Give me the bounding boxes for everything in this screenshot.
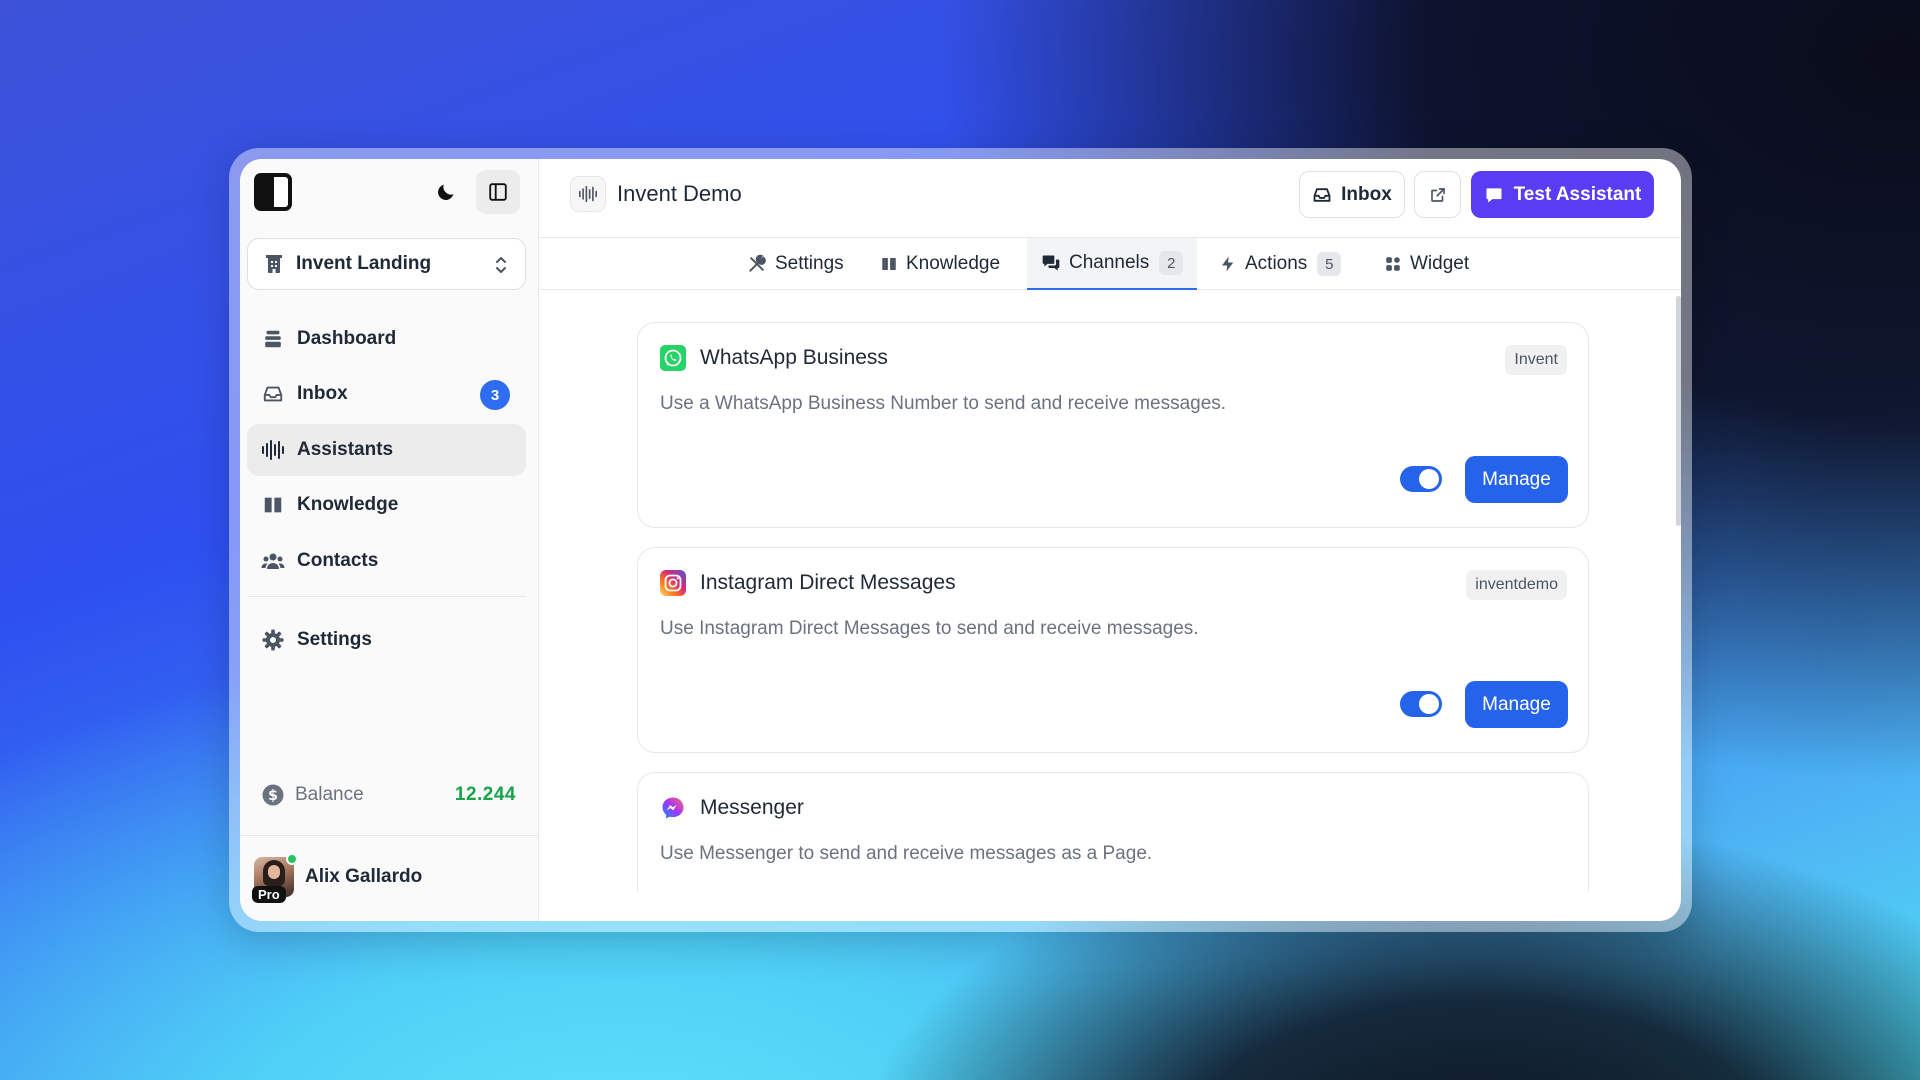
sidebar-item-label: Knowledge (297, 494, 399, 516)
building-icon (266, 255, 282, 273)
channel-name: Messenger (700, 796, 804, 819)
inbox-icon (263, 387, 283, 402)
open-external-button[interactable] (1414, 171, 1461, 218)
channels-list: WhatsApp Business Invent Use a WhatsApp … (539, 291, 1681, 891)
moon-icon (438, 184, 454, 200)
project-selector[interactable]: Invent Landing (247, 238, 526, 290)
inbox-count-badge: 3 (480, 380, 510, 411)
avatar: Pro (252, 853, 298, 903)
users-icon (261, 553, 285, 569)
channel-description: Use Instagram Direct Messages to send an… (660, 618, 1199, 639)
user-profile[interactable]: Pro Alix Gallardo (252, 853, 423, 903)
channel-name: WhatsApp Business (700, 346, 888, 369)
gear-icon (262, 629, 284, 651)
sidebar-item-label: Settings (297, 629, 372, 650)
sidebar: Invent Landing Dashboard Inbox 3 Assista… (240, 159, 539, 921)
tab-label: Knowledge (906, 253, 1001, 274)
sidebar-item-label: Contacts (297, 549, 379, 571)
project-name: Invent Landing (296, 253, 432, 274)
manage-button[interactable]: Manage (1465, 681, 1568, 728)
lightning-icon (1222, 256, 1234, 272)
sidebar-item-contacts[interactable]: Contacts (247, 535, 526, 587)
page-title: Invent Demo (617, 181, 742, 206)
user-name: Alix Gallardo (305, 866, 423, 887)
online-status-dot (286, 853, 298, 865)
tab-knowledge[interactable]: Knowledge (880, 238, 1000, 290)
dashboard-icon (265, 330, 281, 348)
waveform-icon (262, 439, 284, 460)
main-panel: Invent Demo Inbox Test Assistant Setting… (539, 159, 1681, 921)
manage-button[interactable]: Manage (1465, 456, 1568, 503)
messenger-icon (662, 797, 684, 819)
sidebar-item-label: Inbox (297, 383, 348, 405)
content-scrollbar[interactable] (1676, 296, 1681, 526)
test-assistant-label: Test Assistant (1513, 183, 1642, 205)
assistant-avatar (570, 176, 606, 212)
header: Invent Demo Inbox Test Assistant (539, 159, 1681, 238)
collapse-sidebar-button[interactable] (476, 170, 520, 214)
book-icon (264, 497, 282, 513)
instagram-icon (660, 570, 686, 596)
sidebar-item-label: Dashboard (297, 328, 397, 349)
book-icon (882, 258, 896, 270)
balance-value: 12.244 (454, 784, 516, 805)
tab-label: Settings (775, 253, 844, 274)
tab-widget[interactable]: Widget (1384, 238, 1469, 290)
tab-count-badge: 2 (1159, 251, 1184, 275)
app-window: Invent Landing Dashboard Inbox 3 Assista… (240, 159, 1681, 921)
balance-label: Balance (295, 784, 364, 805)
tab-settings[interactable]: Settings (747, 238, 844, 290)
inbox-button[interactable]: Inbox (1299, 171, 1405, 218)
app-logo[interactable] (254, 173, 292, 211)
dollar-coin-icon: $ (262, 784, 284, 806)
chat-bubble-icon (1486, 187, 1502, 202)
balance-row: $ Balance 12.244 (261, 783, 516, 807)
tab-channels[interactable]: Channels 2 (1027, 238, 1198, 290)
channel-description: Use Messenger to send and receive messag… (660, 843, 1153, 864)
channel-enabled-toggle[interactable] (1400, 691, 1442, 717)
inbox-icon (1313, 187, 1331, 202)
channel-enabled-toggle[interactable] (1400, 466, 1442, 492)
inbox-button-label: Inbox (1341, 183, 1392, 205)
tab-label: Channels (1069, 252, 1150, 273)
sidebar-item-settings[interactable]: Settings (247, 614, 526, 666)
external-link-icon (1430, 187, 1445, 202)
sidebar-header (240, 159, 538, 229)
chevron-up-down-icon (496, 257, 506, 273)
channel-name: Instagram Direct Messages (700, 571, 956, 594)
channel-card-whatsapp: WhatsApp Business Invent Use a WhatsApp … (637, 322, 1589, 528)
tab-label: Actions (1245, 253, 1308, 274)
tab-label: Widget (1410, 253, 1470, 274)
channel-account-tag: Invent (1505, 345, 1567, 375)
sidebar-item-knowledge[interactable]: Knowledge (247, 479, 526, 531)
theme-toggle-button[interactable] (424, 170, 468, 214)
tab-actions[interactable]: Actions 5 (1219, 238, 1342, 290)
channel-card-instagram: Instagram Direct Messages inventdemo Use… (637, 547, 1589, 753)
sidebar-item-assistants[interactable]: Assistants (247, 423, 526, 476)
tab-count-badge: 5 (1317, 252, 1342, 276)
svg-text:$: $ (268, 788, 278, 804)
sidebar-panel-icon (489, 183, 507, 201)
sidebar-settings-group: Settings (247, 614, 526, 669)
sidebar-footer-divider (240, 835, 539, 836)
waveform-icon (578, 185, 597, 203)
channel-account-tag: inventdemo (1466, 570, 1567, 600)
plan-badge: Pro (252, 886, 286, 903)
whatsapp-icon (660, 345, 686, 371)
channel-description: Use a WhatsApp Business Number to send a… (660, 393, 1227, 414)
sidebar-divider (247, 596, 526, 597)
tools-icon (749, 254, 766, 272)
sidebar-nav: Dashboard Inbox 3 Assistants Knowledge C… (247, 313, 526, 590)
tab-bar: Settings Knowledge Channels 2 Actions 5 … (539, 238, 1681, 290)
sidebar-item-inbox[interactable]: Inbox 3 (247, 368, 526, 420)
widget-grid-icon (1386, 257, 1400, 271)
chat-bubbles-icon (1042, 255, 1060, 271)
channel-card-messenger: Messenger Use Messenger to send and rece… (637, 772, 1589, 891)
sidebar-item-label: Assistants (297, 438, 394, 460)
sidebar-item-dashboard[interactable]: Dashboard (247, 313, 526, 365)
test-assistant-button[interactable]: Test Assistant (1471, 171, 1654, 218)
